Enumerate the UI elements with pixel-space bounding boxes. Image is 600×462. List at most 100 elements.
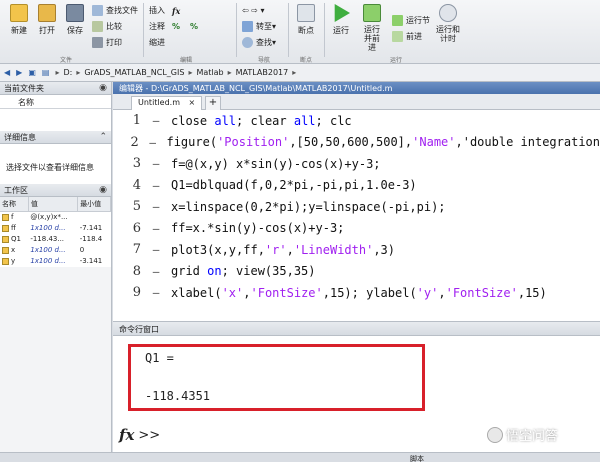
table-row[interactable]: Q1 -118.43... -118.4 [0,234,111,245]
new-button[interactable]: 新建 [6,4,32,36]
group-label-breakpoint: 断点 [300,57,313,64]
advance-button[interactable]: 前进 [392,30,422,43]
line-number: 7 [132,242,141,258]
code-line[interactable]: 1— close all; clear all; clc [113,110,600,132]
breakpoint-marker[interactable]: — [139,136,167,149]
workspace-header-row: 名称 值 最小值 [0,197,111,212]
run-section-icon [392,15,403,26]
line-number: 8 [132,263,141,279]
code-text: close all; clear all; clc [171,113,352,128]
command-prompt[interactable]: fx >> [119,426,160,444]
close-icon[interactable]: × [189,98,196,107]
breakpoint-marker[interactable]: — [141,243,171,256]
breadcrumb-drive[interactable]: D: [63,68,72,77]
print-icon [92,37,103,48]
percent-icon[interactable]: % [172,20,180,33]
breakpoint-marker[interactable]: — [141,157,171,170]
tab-untitled[interactable]: Untitled.m × [131,96,203,110]
breakpoint-marker[interactable]: — [141,265,171,278]
editor-panel: 编辑器 - D:\GrADS_MATLAB_NCL_GIS\Matlab\MAT… [113,82,600,322]
breadcrumb-separator: ▸ [55,68,60,77]
goto-button[interactable]: 转至 ▾ [242,20,276,33]
col-value[interactable]: 值 [28,197,79,212]
separator [236,3,237,57]
open-button[interactable]: 打开 [34,4,60,36]
breakpoint-marker[interactable]: — [141,286,171,299]
table-row[interactable]: f @(x,y)x*... [0,212,111,223]
code-line[interactable]: 4— Q1=dblquad(f,0,2*pi,-pi,pi,1.0e-3) [113,175,600,197]
fx-icon[interactable]: fx [119,426,134,444]
breadcrumb-separator: ▸ [188,68,193,77]
folder-up-icon[interactable]: ▣ [28,68,36,77]
breadcrumb-dropdown-icon[interactable]: ▸ [292,68,296,77]
variable-icon [2,246,9,254]
code-text: figure('Position',[50,50,600,500],'Name'… [166,135,600,150]
breakpoint-icon [297,4,315,22]
breakpoint-marker[interactable]: — [141,179,171,192]
expand-chevron-icon[interactable]: ⌃ [99,132,107,142]
line-number: 9 [132,285,141,301]
save-button[interactable]: 保存 [62,4,88,36]
print-button[interactable]: 打印 [92,36,122,49]
percent-block-icon[interactable]: % [190,20,198,33]
file-list [0,109,111,131]
code-line[interactable]: 6— ff=x.*sin(y)-cos(x)+y-3; [113,218,600,240]
find-button[interactable]: 查找 ▾ [242,36,276,49]
line-number: 6 [132,220,141,236]
nav-arrows-icon[interactable]: ⇦ ⇨ ▾ [242,4,265,17]
fx-icon[interactable]: fx [172,4,180,17]
matlab-window: 新建 打开 保存 查找文件 比较 打印 文件 插入 注释 缩进 fx % % 编… [0,0,600,462]
breadcrumb-separator: ▸ [227,68,232,77]
code-line[interactable]: 3— f=@(x,y) x*sin(y)-cos(x)+y-3; [113,153,600,175]
breakpoint-marker[interactable]: — [141,114,171,127]
comment-button[interactable]: 注释 [149,20,165,33]
forward-arrow-icon[interactable]: ▶ [16,68,22,77]
compare-button[interactable]: 比较 [92,20,122,33]
run-button[interactable]: 运行 [328,4,354,36]
find-file-button[interactable]: 查找文件 [92,4,138,17]
back-arrow-icon[interactable]: ◀ [4,68,10,77]
variable-icon [2,213,9,221]
breakpoint-marker[interactable]: — [141,222,171,235]
table-row[interactable]: x 1x100 d... 0 [0,245,111,256]
find-icon [242,37,253,48]
code-line[interactable]: 9— xlabel('x','FontSize',15); ylabel('y',… [113,282,600,304]
indent-button[interactable]: 缩进 [149,36,165,49]
code-line[interactable]: 2— figure('Position',[50,50,600,500],'Nam… [113,132,600,154]
save-disk-icon [66,4,84,22]
code-line[interactable]: 5— x=linspace(0,2*pi);y=linspace(-pi,pi); [113,196,600,218]
line-number: 5 [132,199,141,215]
separator [143,3,144,57]
code-line[interactable]: 7— plot3(x,y,ff,'r','LineWidth',3) [113,239,600,261]
insert-button[interactable]: 插入 [149,4,165,17]
browse-folder-icon[interactable]: ▤ [42,68,50,77]
breakpoint-button[interactable]: 断点 [292,4,320,36]
advance-icon [392,31,403,42]
new-file-icon [10,4,28,22]
new-tab-button[interactable]: + [205,96,221,110]
panel-menu-icon[interactable]: ◉ [99,83,107,93]
name-column-header[interactable]: 名称 [0,95,111,109]
breadcrumb-part[interactable]: MATLAB2017 [236,68,289,77]
compare-icon [92,21,103,32]
breadcrumb-part[interactable]: GrADS_MATLAB_NCL_GIS [84,68,184,77]
table-row[interactable]: ff 1x100 d... -7.141 [0,223,111,234]
group-label-edit: 编辑 [180,57,193,64]
code-line[interactable]: 8— grid on; view(35,35) [113,261,600,283]
col-min[interactable]: 最小值 [77,197,111,212]
col-name[interactable]: 名称 [0,197,29,212]
code-text: plot3(x,y,ff,'r','LineWidth',3) [171,242,396,257]
run-advance-button[interactable]: 运行并前进 [358,4,386,52]
run-and-time-button[interactable]: 运行和计时 [434,4,462,43]
variable-icon [2,224,9,232]
line-number: 4 [132,177,141,193]
panel-menu-icon[interactable]: ◉ [99,185,107,195]
run-section-button[interactable]: 运行节 [392,14,430,27]
breakpoint-marker[interactable]: — [141,200,171,213]
breadcrumb-part[interactable]: Matlab [196,68,223,77]
code-area[interactable]: 1— close all; clear all; clc 2— figure('Pos… [113,110,600,322]
table-row[interactable]: y 1x100 d... -3.141 [0,256,111,267]
workspace-header: 工作区 ◉ [0,184,111,197]
status-script: 脚本 [410,455,424,462]
separator [288,3,289,57]
